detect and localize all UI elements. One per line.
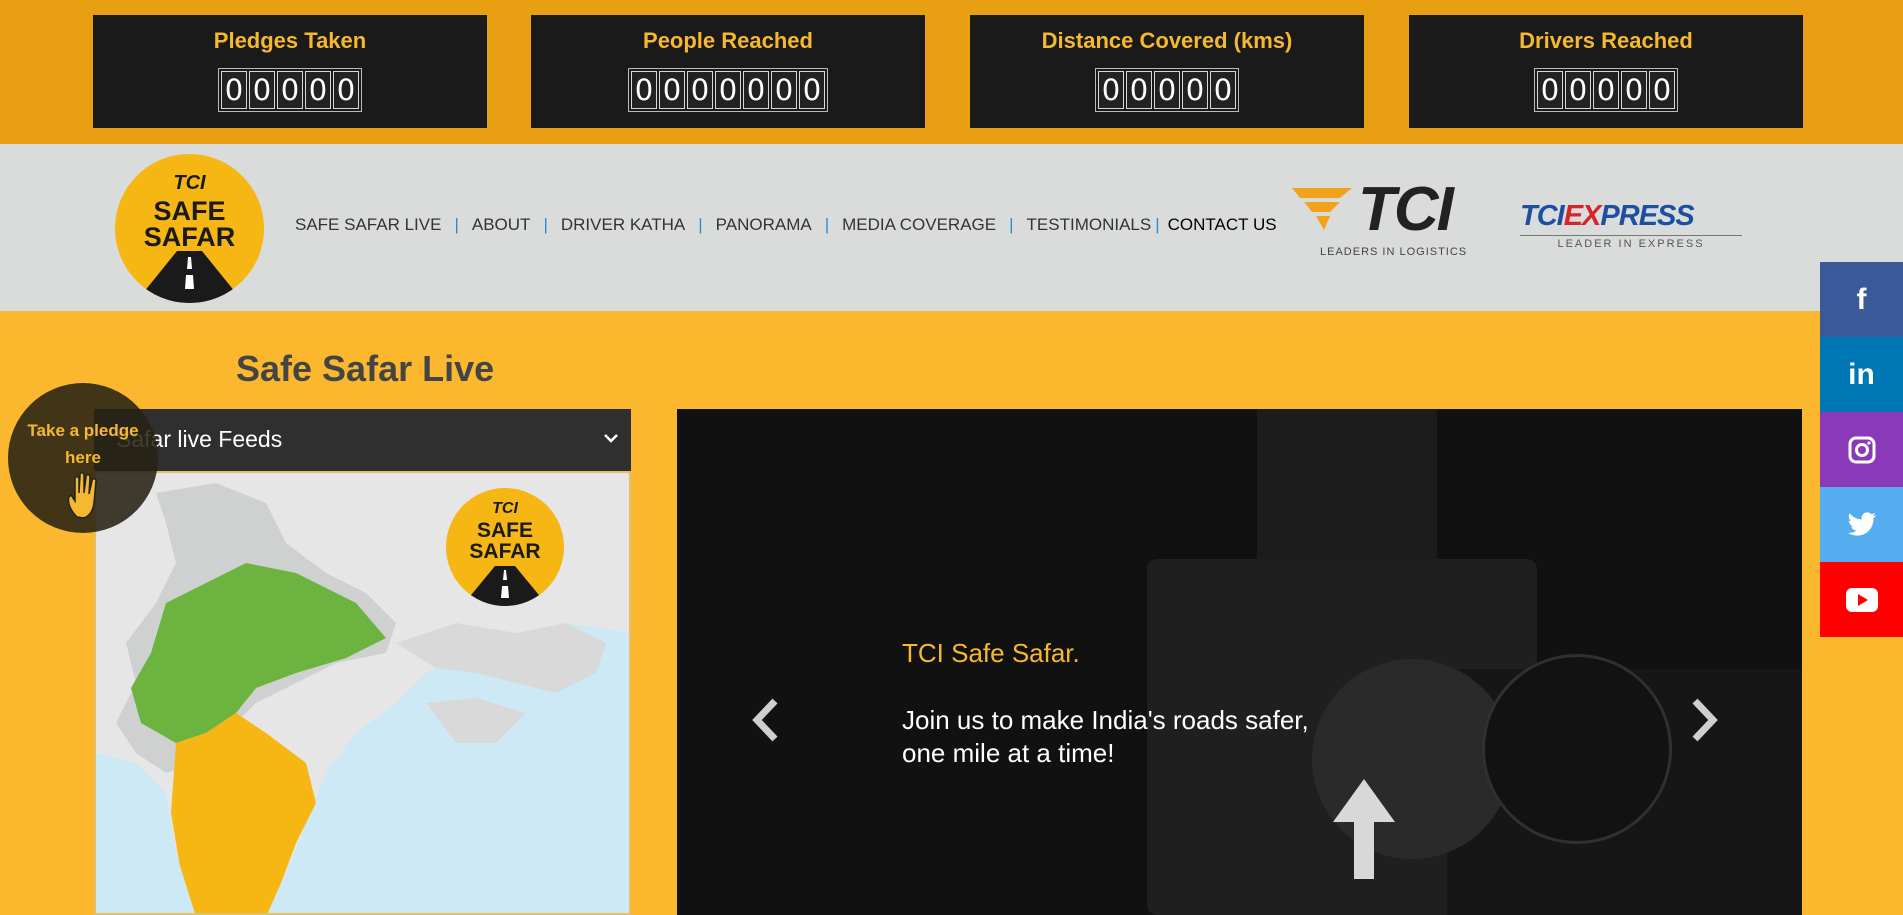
stat-drivers-reached: Drivers Reached 0 0 0 0 0 [1409,15,1803,128]
counter-digit: 0 [1621,71,1647,109]
instagram-button[interactable] [1820,412,1903,487]
stat-title: Pledges Taken [213,28,367,53]
nav-panorama[interactable]: PANORAMA [716,215,812,235]
stat-people-reached: People Reached 0 0 0 0 0 0 0 [531,15,925,128]
counter: 0 0 0 0 0 0 0 [628,68,828,112]
nav-safe-safar-live[interactable]: SAFE SAFAR LIVE [295,215,441,235]
counter-digit: 0 [715,71,741,109]
nav-driver-katha[interactable]: DRIVER KATHA [561,215,685,235]
take-pledge-button[interactable]: Take a pledge here [8,383,158,533]
map-safe-safar-logo: TCI SAFE SAFAR [446,488,564,606]
instagram-icon [1848,436,1875,463]
map-logo-safe-safar-text: SAFE SAFAR [469,519,541,563]
social-sidebar: f in [1820,262,1903,637]
counter-digit: 0 [333,71,359,109]
tci-logo-text: TCI [1358,175,1454,244]
twitter-button[interactable] [1820,487,1903,562]
counter-digit: 0 [1649,71,1675,109]
nav-separator: | [824,215,830,234]
map-logo-tci-text: TCI [492,500,518,517]
chevron-right-icon[interactable] [1687,695,1723,745]
counter: 0 0 0 0 0 [218,68,362,112]
safe-safar-logo[interactable]: TCI SAFE SAFAR [115,154,264,303]
stat-title: People Reached [643,28,813,53]
counter-digit: 0 [249,71,275,109]
counter-digit: 0 [631,71,657,109]
nav-testimonials[interactable]: TESTIMONIALS [1027,215,1152,235]
counter-digit: 0 [743,71,769,109]
youtube-button[interactable] [1820,562,1903,637]
counter-digit: 0 [1182,71,1208,109]
counter: 0 0 0 0 0 [1534,68,1678,112]
stats-bar: Pledges Taken 0 0 0 0 0 People Reached 0… [0,0,1903,144]
hero-carousel[interactable]: TCI Safe Safar. Join us to make India's … [677,409,1802,915]
counter-digit: 0 [687,71,713,109]
feeds-dropdown[interactable]: Safar live Feeds [94,409,631,471]
india-map: TCI SAFE SAFAR [94,471,631,915]
stat-pledges-taken: Pledges Taken 0 0 0 0 0 [93,15,487,128]
hand-icon [67,472,97,519]
tci-logo-tagline: LEADERS IN LOGISTICS [1320,246,1468,258]
nav-separator: | [1155,215,1160,234]
nav-separator: | [1009,215,1014,234]
counter-digit: 0 [1210,71,1236,109]
counter-digit: 0 [1537,71,1563,109]
twitter-icon [1847,511,1876,536]
nav-separator: | [454,215,459,234]
stat-title: Drivers Reached [1519,28,1693,53]
nav-separator: | [543,215,548,234]
tci-express-logo[interactable]: TCIEXPRESS LEADER IN EXPRESS [1520,200,1745,260]
counter-digit: 0 [799,71,825,109]
counter-digit: 0 [1565,71,1591,109]
pledge-label: Take a pledge here [27,421,139,467]
counter-digit: 0 [659,71,685,109]
nav-media-coverage[interactable]: MEDIA COVERAGE [842,215,996,235]
counter-digit: 0 [305,71,331,109]
road-icon [135,251,244,303]
counter-digit: 0 [1154,71,1180,109]
tci-wing-icon [1292,188,1352,230]
page-title: Safe Safar Live [236,348,495,389]
traffic-light-image [677,409,1802,915]
slide-text: Join us to make India's roads safer, one… [902,705,1309,768]
main-nav: SAFE SAFAR LIVE | ABOUT | DRIVER KATHA |… [295,215,1277,235]
nav-separator: | [698,215,703,234]
stat-distance-covered: Distance Covered (kms) 0 0 0 0 0 [970,15,1364,128]
counter: 0 0 0 0 0 [1095,68,1239,112]
logo-tci-text: TCI [173,172,206,194]
nav-contact-us[interactable]: CONTACT US [1168,215,1277,235]
linkedin-icon: in [1848,357,1875,391]
tci-express-logo-text: TCIEXPRESS [1520,200,1695,232]
facebook-icon: f [1856,282,1867,316]
chevron-down-icon [604,434,618,443]
facebook-button[interactable]: f [1820,262,1903,337]
site-header: TCI SAFE SAFAR SAFE SAFAR LIVE | ABOUT |… [0,144,1903,311]
stat-title: Distance Covered (kms) [1041,28,1293,53]
road-icon [462,566,548,606]
tci-express-logo-tagline: LEADER IN EXPRESS [1520,235,1742,250]
counter-digit: 0 [1126,71,1152,109]
chevron-left-icon[interactable] [747,695,783,745]
tci-logo[interactable]: TCI LEADERS IN LOGISTICS [1290,175,1490,260]
youtube-icon [1845,587,1878,612]
counter-digit: 0 [1098,71,1124,109]
slide-title: TCI Safe Safar. [902,638,1080,668]
linkedin-button[interactable]: in [1820,337,1903,412]
nav-about[interactable]: ABOUT [472,215,531,235]
counter-digit: 0 [277,71,303,109]
counter-digit: 0 [1593,71,1619,109]
counter-digit: 0 [771,71,797,109]
counter-digit: 0 [221,71,247,109]
